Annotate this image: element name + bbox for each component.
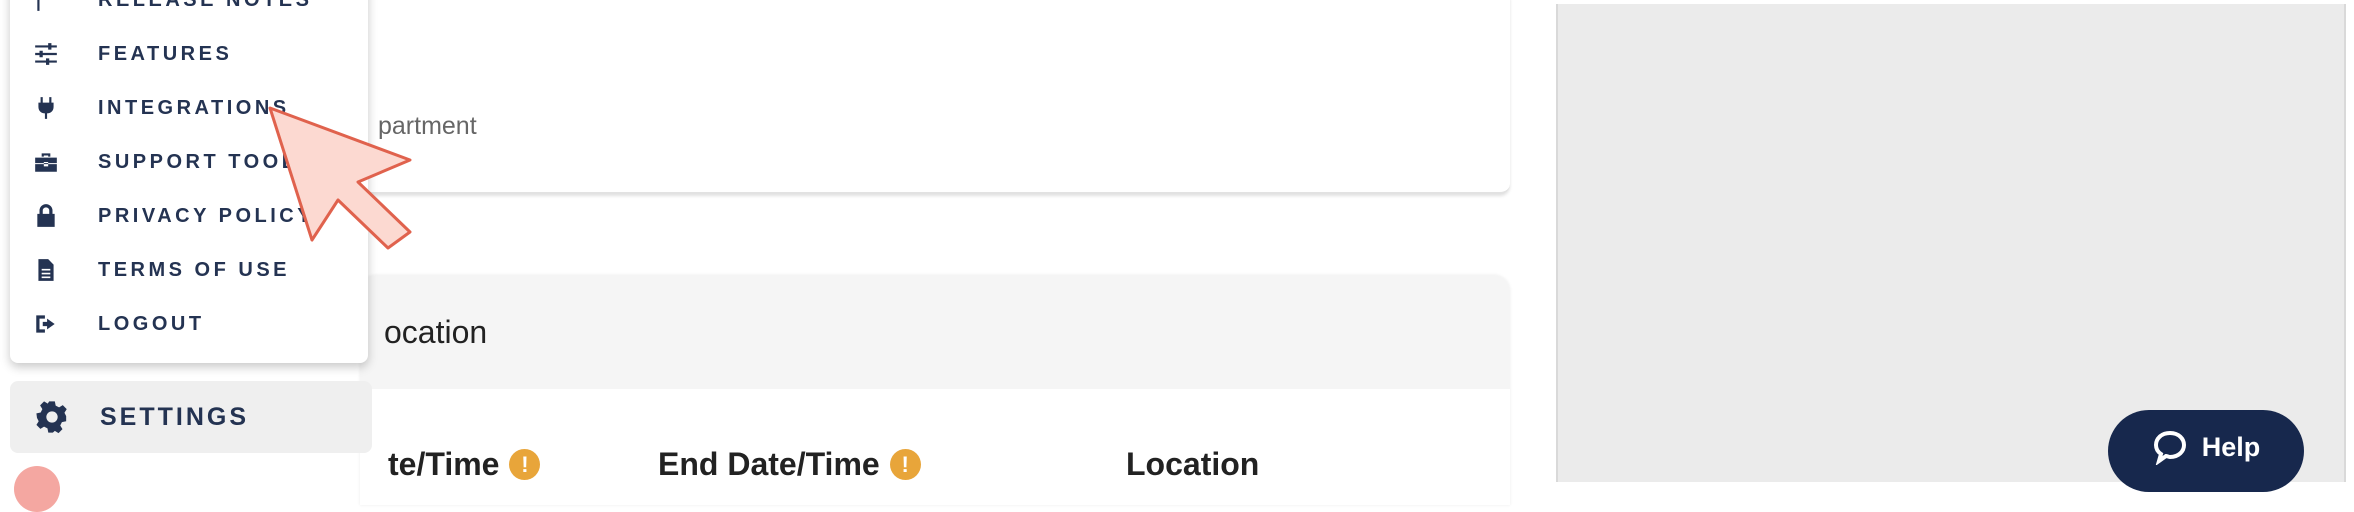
logout-icon xyxy=(30,308,62,340)
sidebar-item-label: SETTINGS xyxy=(100,402,250,431)
menu-item-label: LOGOUT xyxy=(98,312,205,335)
location-card-header: ocation xyxy=(360,275,1510,389)
help-label: Help xyxy=(2201,431,2261,462)
menu-item-label: TERMS OF USE xyxy=(98,258,291,281)
column-header-label: Location xyxy=(1126,446,1260,482)
menu-item-label: FEATURES xyxy=(98,42,233,65)
column-header-start-datetime: te/Time ! xyxy=(388,446,541,483)
toolbox-icon xyxy=(30,146,62,178)
menu-item-label: RELEASE NOTES xyxy=(98,0,312,12)
chat-bubble-icon xyxy=(2153,430,2186,465)
pointer-arrow-icon xyxy=(268,106,412,250)
department-card xyxy=(360,0,1510,194)
gear-icon xyxy=(32,397,72,437)
avatar[interactable] xyxy=(14,466,60,512)
column-header-end-datetime: End Date/Time ! xyxy=(658,446,921,483)
warning-icon[interactable]: ! xyxy=(889,449,921,480)
column-header-location: Location xyxy=(1126,446,1259,483)
document-icon xyxy=(30,254,62,286)
warning-icon[interactable]: ! xyxy=(509,449,541,480)
menu-item-features[interactable]: FEATURES xyxy=(30,34,360,74)
column-header-label: End Date/Time xyxy=(658,446,880,482)
location-card-title: ocation xyxy=(384,314,488,350)
plug-icon xyxy=(30,92,62,124)
help-button[interactable]: Help xyxy=(2108,410,2304,492)
menu-item-release-notes[interactable]: RELEASE NOTES xyxy=(30,0,360,20)
menu-item-logout[interactable]: LOGOUT xyxy=(30,304,360,344)
flag-icon xyxy=(30,0,62,16)
column-header-label: te/Time xyxy=(388,446,500,482)
sliders-icon xyxy=(30,38,62,70)
lock-icon xyxy=(30,200,62,232)
menu-item-terms-of-use[interactable]: TERMS OF USE xyxy=(30,250,360,290)
sidebar-item-settings[interactable]: SETTINGS xyxy=(10,381,372,453)
